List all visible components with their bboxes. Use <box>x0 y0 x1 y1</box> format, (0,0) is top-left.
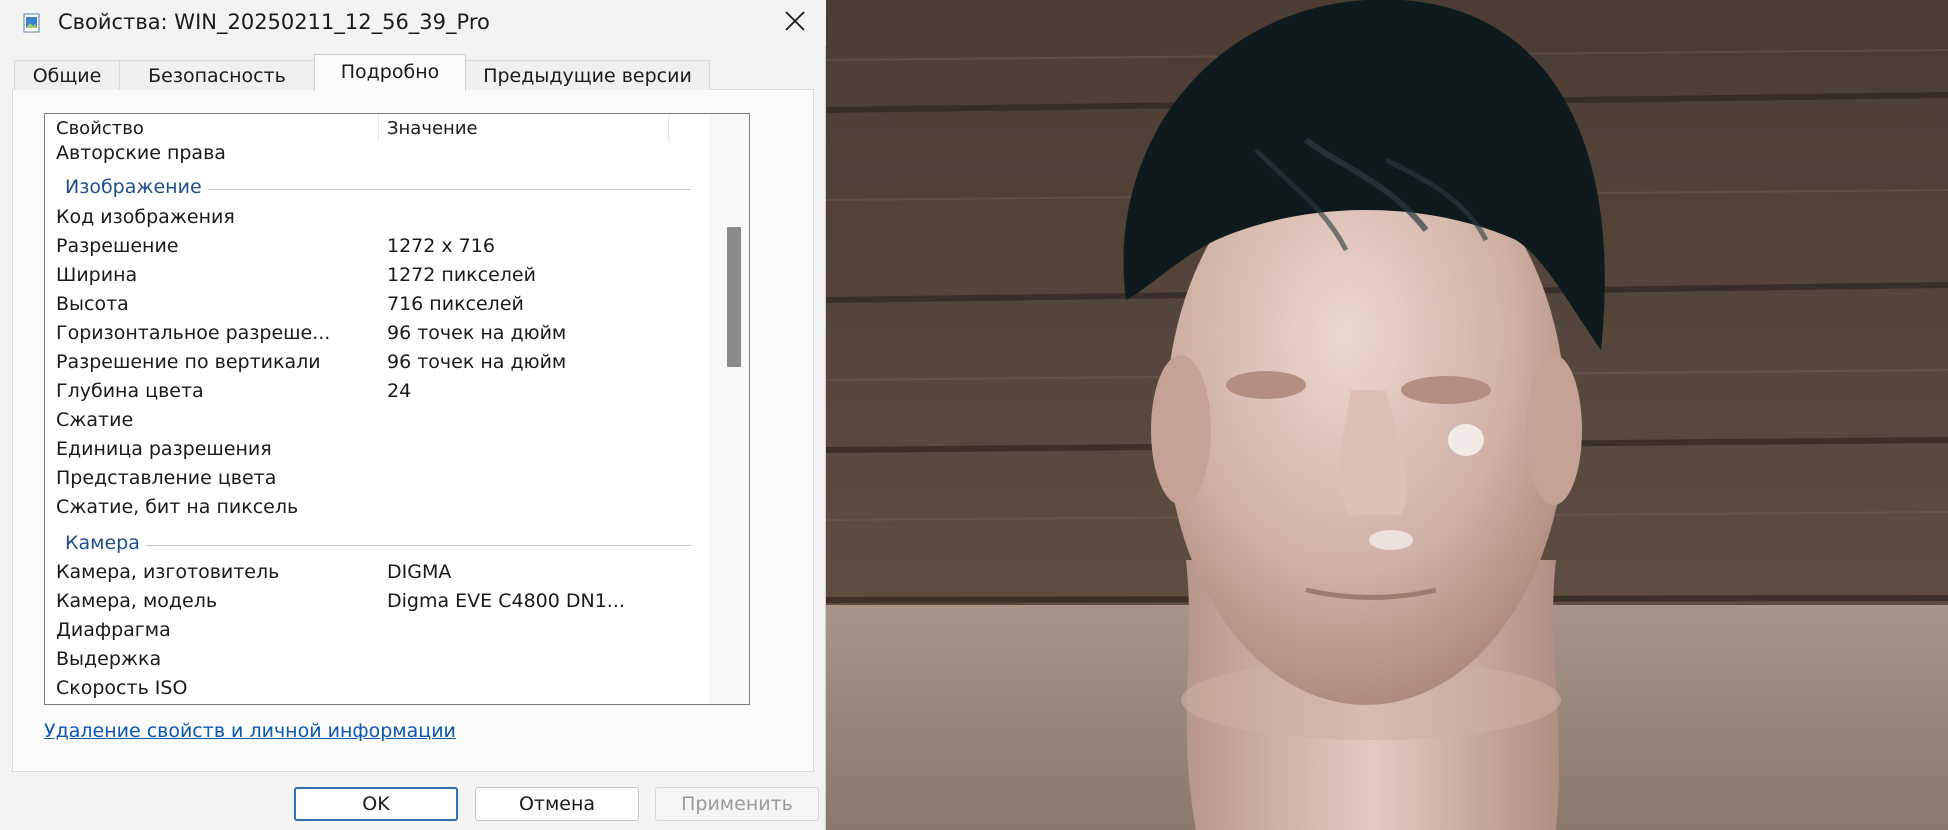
apply-button[interactable]: Применить <box>655 787 819 821</box>
list-item[interactable]: Код изображения <box>45 204 705 233</box>
list-item[interactable]: Скорость ISO <box>45 675 705 704</box>
property-value: DIGMA <box>387 561 452 583</box>
property-name: Высота <box>56 293 129 315</box>
property-name: Скорость ISO <box>56 677 188 699</box>
image-file-icon <box>22 13 42 33</box>
tab-previous-versions[interactable]: Предыдущие версии <box>465 60 710 90</box>
list-item[interactable]: Камера, изготовитель DIGMA <box>45 559 705 588</box>
group-header-image: Изображение <box>45 174 705 203</box>
property-name: Камера, модель <box>56 590 218 612</box>
property-name: Единица разрешения <box>56 438 272 460</box>
list-item[interactable]: Разрешение 1272 x 716 <box>45 233 705 262</box>
tab-security[interactable]: Безопасность <box>119 60 315 90</box>
column-separator[interactable] <box>668 114 669 142</box>
list-item[interactable]: Камера, модель Digma EVE C4800 DN1... <box>45 588 705 617</box>
list-item[interactable]: Сжатие <box>45 407 705 436</box>
property-name: Код изображения <box>56 206 235 228</box>
photo-preview <box>826 0 1948 830</box>
property-value: 96 точек на дюйм <box>387 351 567 373</box>
close-button[interactable] <box>776 8 814 38</box>
list-item[interactable]: Ширина 1272 пикселей <box>45 262 705 291</box>
group-label: Изображение <box>65 176 208 198</box>
list-item[interactable]: Сжатие, бит на пиксель <box>45 494 705 523</box>
property-list[interactable]: Свойство Значение Авторские права Изобра… <box>44 113 750 705</box>
column-header-value[interactable]: Значение <box>387 118 478 139</box>
property-name: Глубина цвета <box>56 380 204 402</box>
property-name: Диафрагма <box>56 619 171 641</box>
tab-general[interactable]: Общие <box>14 60 120 90</box>
close-icon <box>784 10 806 36</box>
tab-details[interactable]: Подробно <box>314 54 466 91</box>
property-value: 1272 x 716 <box>387 235 495 257</box>
property-name: Разрешение <box>56 235 179 257</box>
list-item[interactable]: Высота 716 пикселей <box>45 291 705 320</box>
property-name: Авторские права <box>56 142 226 164</box>
title-bar[interactable]: Свойства: WIN_20250211_12_56_39_Pro <box>0 0 826 46</box>
property-value: 716 пикселей <box>387 293 524 315</box>
properties-dialog: Свойства: WIN_20250211_12_56_39_Pro Общи… <box>0 0 826 830</box>
list-item[interactable]: Диафрагма <box>45 617 705 646</box>
remove-properties-link[interactable]: Удаление свойств и личной информации <box>44 720 456 742</box>
list-item[interactable]: Представление цвета <box>45 465 705 494</box>
list-item[interactable]: Глубина цвета 24 <box>45 378 705 407</box>
property-name: Сжатие <box>56 409 134 431</box>
cancel-button[interactable]: Отмена <box>475 787 639 821</box>
window-title: Свойства: WIN_20250211_12_56_39_Pro <box>58 10 490 34</box>
property-name: Представление цвета <box>56 467 277 489</box>
property-name: Сжатие, бит на пиксель <box>56 496 299 518</box>
list-header: Свойство Значение <box>45 114 705 142</box>
mannequin-photo <box>826 0 1948 830</box>
list-item[interactable]: Выдержка <box>45 646 705 675</box>
scrollbar-thumb[interactable] <box>727 227 741 367</box>
list-item[interactable]: Авторские права <box>45 140 705 169</box>
list-item[interactable]: Горизонтальное разреше... 96 точек на дю… <box>45 320 705 349</box>
vertical-scrollbar[interactable] <box>709 114 749 704</box>
group-header-camera: Камера <box>45 530 705 559</box>
column-separator[interactable] <box>378 114 379 142</box>
property-name: Горизонтальное разреше... <box>56 322 331 344</box>
list-item[interactable]: Разрешение по вертикали 96 точек на дюйм <box>45 349 705 378</box>
ok-button[interactable]: OK <box>294 787 458 821</box>
group-label: Камера <box>65 532 146 554</box>
list-item[interactable]: Единица разрешения <box>45 436 705 465</box>
property-name: Камера, изготовитель <box>56 561 280 583</box>
group-divider <box>65 545 691 546</box>
property-value: 96 точек на дюйм <box>387 322 567 344</box>
property-value: 1272 пикселей <box>387 264 536 286</box>
property-value: 24 <box>387 380 412 402</box>
property-name: Выдержка <box>56 648 162 670</box>
column-header-property[interactable]: Свойство <box>56 118 144 139</box>
property-name: Ширина <box>56 264 138 286</box>
property-name: Разрешение по вертикали <box>56 351 321 373</box>
property-value: Digma EVE C4800 DN1... <box>387 590 625 612</box>
